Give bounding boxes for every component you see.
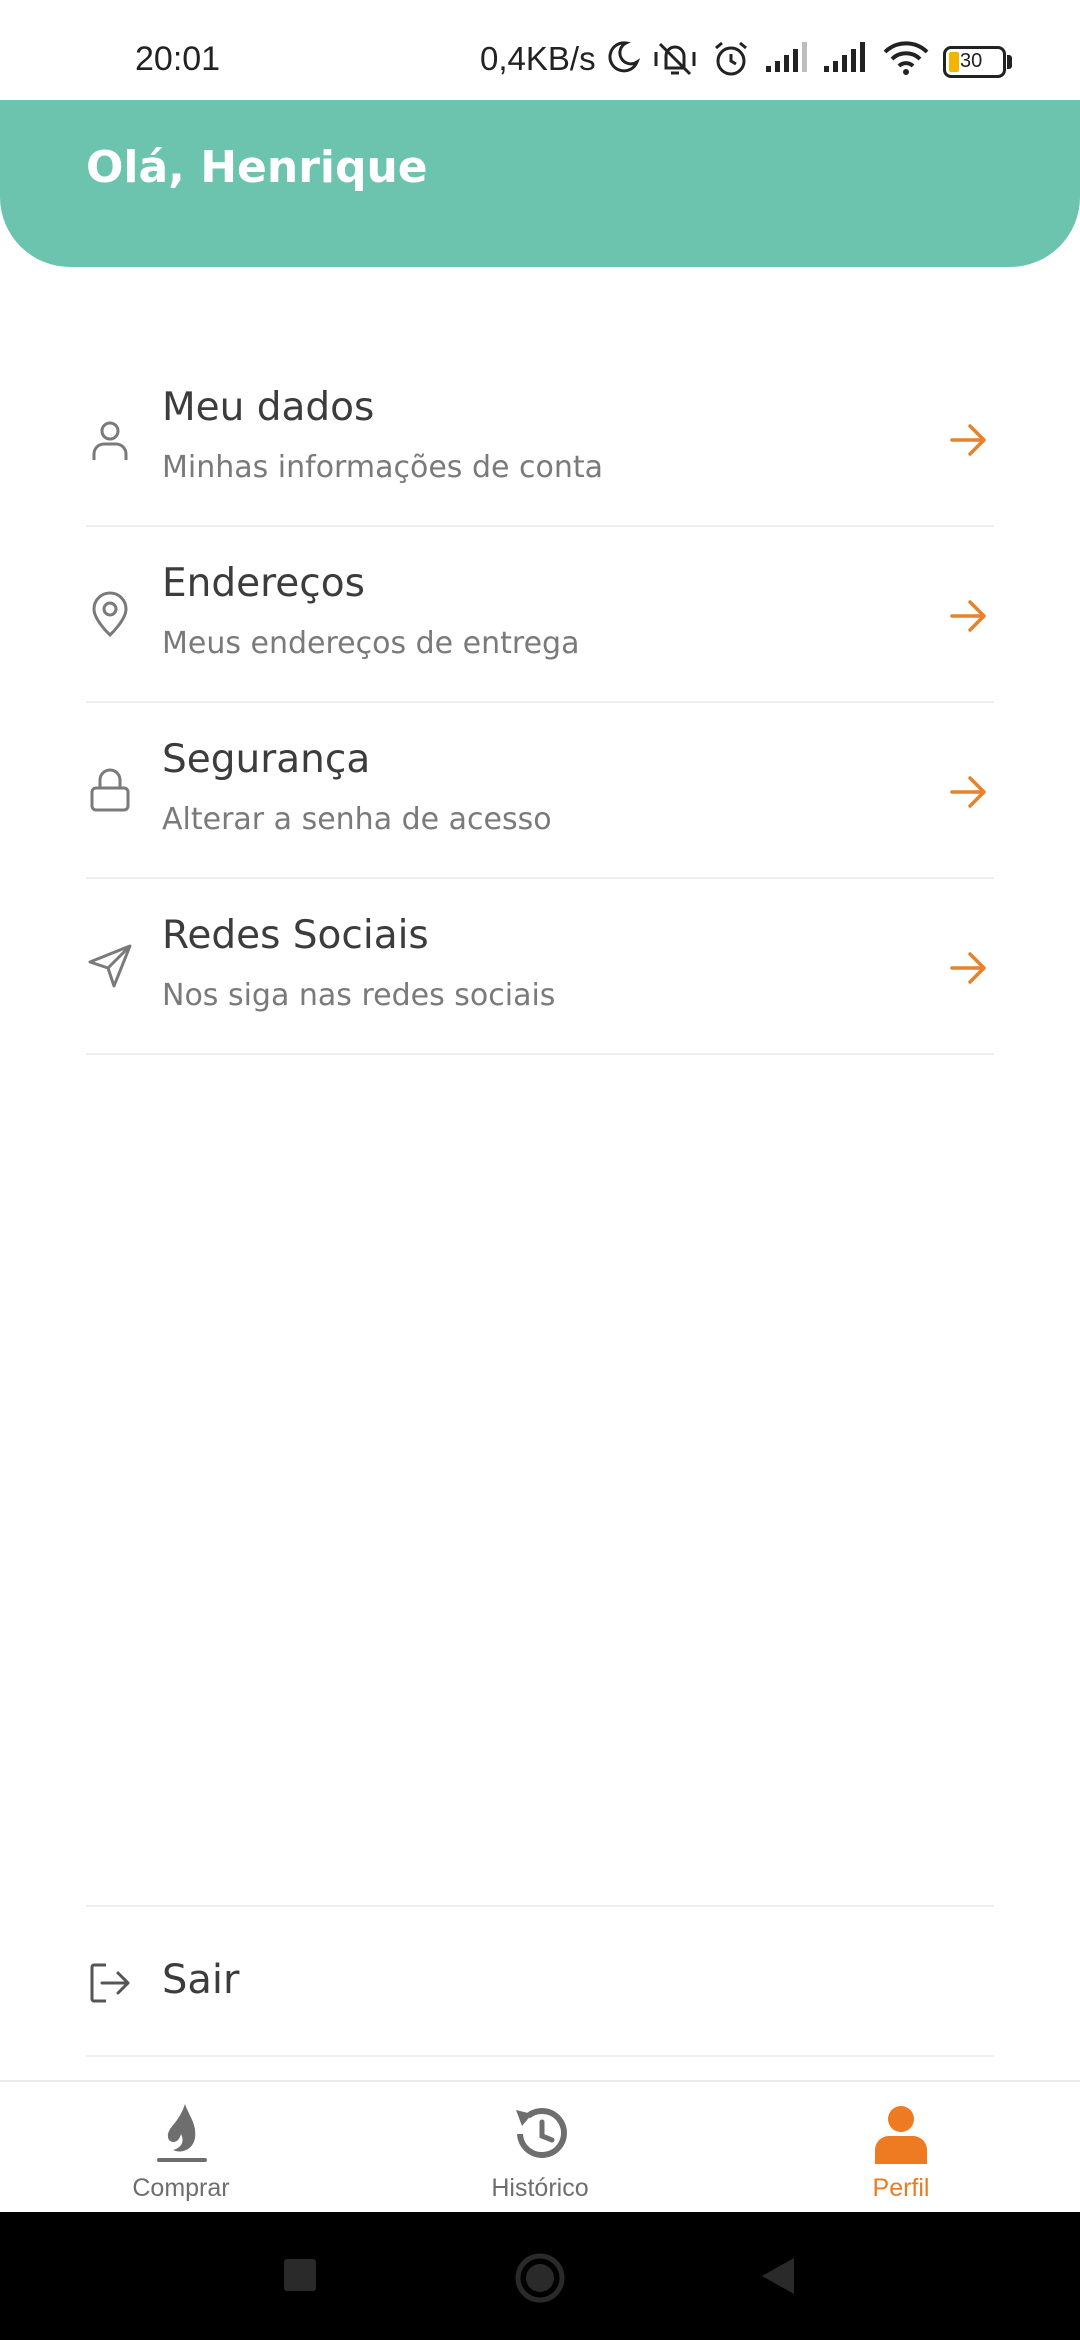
menu-item-subtitle: Minhas informações de conta xyxy=(162,450,603,485)
logout-button[interactable]: Sair xyxy=(86,1905,994,2057)
signal-icon xyxy=(766,42,807,72)
nav-label: Histórico xyxy=(491,2174,589,2202)
nav-tab-comprar[interactable]: Comprar xyxy=(81,2082,281,2214)
wifi-icon xyxy=(883,41,929,75)
system-navigation-bar xyxy=(0,2212,1080,2340)
menu-item-title: Endereços xyxy=(162,561,365,606)
person-icon xyxy=(875,2106,927,2164)
arrow-right-icon xyxy=(950,600,986,632)
back-icon[interactable] xyxy=(760,2256,796,2296)
menu-item-title: Redes Sociais xyxy=(162,913,429,958)
menu-item-subtitle: Alterar a senha de acesso xyxy=(162,802,552,837)
menu-item-title: Meu dados xyxy=(162,385,375,430)
menu-item-enderecos[interactable]: Endereços Meus endereços de entrega xyxy=(86,527,994,703)
network-speed: 0,4KB/s xyxy=(480,40,596,77)
location-pin-icon xyxy=(92,591,128,638)
bottom-navigation: Comprar Histórico Perfil xyxy=(0,2080,1080,2212)
moon-icon xyxy=(608,41,640,73)
user-icon xyxy=(92,421,128,460)
nav-label: Comprar xyxy=(132,2174,230,2202)
home-icon[interactable] xyxy=(514,2252,566,2304)
history-icon xyxy=(516,2108,567,2158)
header-banner: Olá, Henrique xyxy=(0,100,1080,267)
arrow-right-icon xyxy=(950,424,986,456)
nav-label: Perfil xyxy=(872,2174,930,2202)
nav-tab-historico[interactable]: Histórico xyxy=(440,2082,640,2214)
menu-item-title: Segurança xyxy=(162,737,371,782)
logout-label: Sair xyxy=(162,1957,240,2003)
send-icon xyxy=(88,944,132,988)
status-time: 20:01 xyxy=(135,40,221,78)
menu-item-redes-sociais[interactable]: Redes Sociais Nos siga nas redes sociais xyxy=(86,879,994,1055)
logout-icon xyxy=(90,1963,130,2003)
flame-icon xyxy=(157,2104,207,2162)
menu-item-seguranca[interactable]: Segurança Alterar a senha de acesso xyxy=(86,703,994,879)
lock-icon xyxy=(90,768,130,812)
recents-icon[interactable] xyxy=(283,2258,317,2292)
nav-tab-perfil[interactable]: Perfil xyxy=(801,2082,1001,2214)
menu-item-subtitle: Meus endereços de entrega xyxy=(162,626,580,661)
arrow-right-icon xyxy=(950,952,986,984)
mute-vibrate-icon xyxy=(654,42,696,76)
alarm-icon xyxy=(715,41,747,76)
menu-item-meus-dados[interactable]: Meu dados Minhas informações de conta xyxy=(86,351,994,527)
signal-icon xyxy=(824,42,865,72)
menu-item-subtitle: Nos siga nas redes sociais xyxy=(162,978,556,1013)
battery-level: 30 xyxy=(960,50,983,72)
battery-icon: 30 xyxy=(943,46,1006,78)
greeting-title: Olá, Henrique xyxy=(86,142,428,193)
arrow-right-icon xyxy=(950,776,986,808)
status-bar: 20:01 0,4KB/s 30 xyxy=(0,0,1080,100)
